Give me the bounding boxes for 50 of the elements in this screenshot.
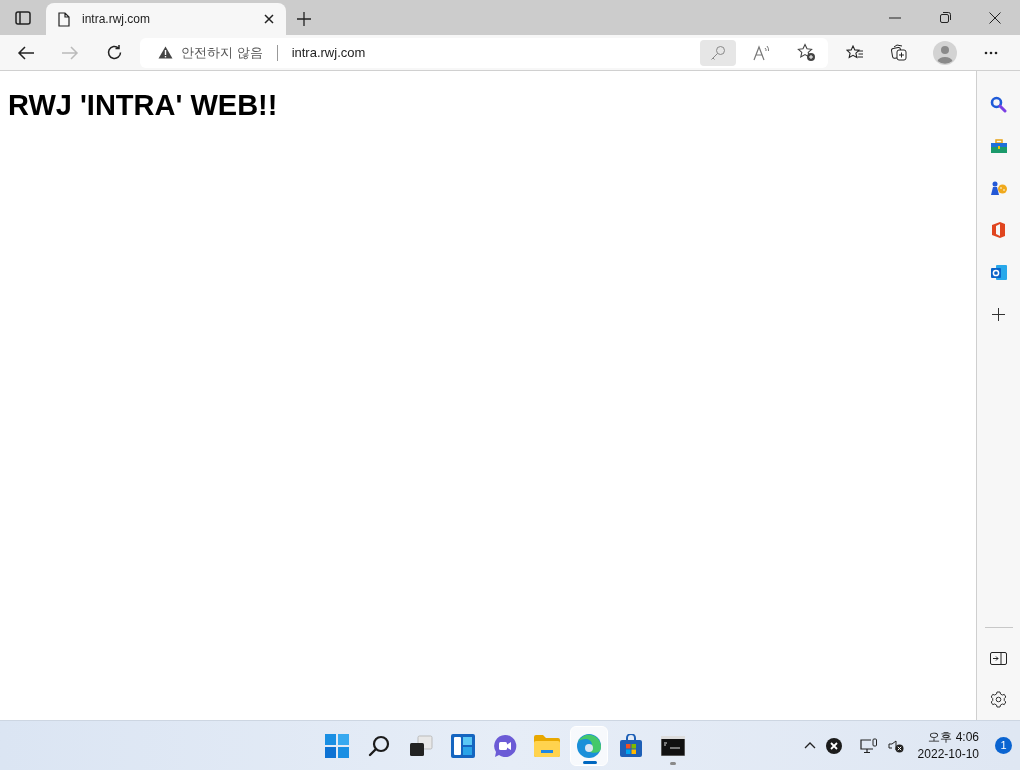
more-options-icon[interactable] <box>984 50 998 55</box>
browser-icon <box>576 732 602 759</box>
notification-count[interactable]: 1 <box>995 737 1012 754</box>
security-warning[interactable]: 안전하지 않음 <box>181 42 263 63</box>
settings-icon[interactable] <box>990 690 1007 708</box>
start-icon <box>325 733 349 758</box>
clock-time[interactable]: 오후 4:06 <box>928 728 979 746</box>
toolbox-icon[interactable] <box>989 138 1008 154</box>
tab-title: intra.rwj.com <box>82 11 151 28</box>
favorites-icon[interactable] <box>846 44 864 61</box>
search-icon[interactable] <box>990 95 1007 113</box>
widgets-icon <box>451 733 475 758</box>
back-arrow-icon[interactable] <box>17 45 35 60</box>
hide-sidebar-icon[interactable] <box>990 651 1007 665</box>
close-icon[interactable] <box>989 11 1001 24</box>
minimize-icon[interactable] <box>889 16 901 19</box>
games-icon[interactable] <box>989 180 1008 196</box>
running-indicator <box>583 760 597 764</box>
url-text: intra.rwj.com <box>291 43 367 62</box>
task-view-icon <box>409 734 433 757</box>
close-icon[interactable] <box>264 14 274 24</box>
office-icon[interactable] <box>991 221 1006 239</box>
forward-arrow-icon <box>61 45 79 60</box>
clock-date[interactable]: 2022-10-10 <box>917 745 979 763</box>
read-aloud-icon[interactable] <box>753 44 771 61</box>
page-heading: RWJ 'INTRA' WEB!! <box>8 88 279 123</box>
tab-actions-icon[interactable] <box>15 10 31 25</box>
add-favorite-icon[interactable] <box>796 43 816 62</box>
browser-tab[interactable]: intra.rwj.com <box>46 3 286 35</box>
new-tab-icon[interactable] <box>296 11 312 27</box>
search-icon <box>368 734 390 757</box>
network-icon[interactable] <box>859 737 878 754</box>
profile-avatar-icon[interactable] <box>933 40 957 65</box>
running-indicator <box>670 761 676 765</box>
warning-icon <box>158 46 173 59</box>
add-icon[interactable] <box>992 307 1005 321</box>
error-icon[interactable] <box>825 737 842 754</box>
terminal-icon <box>661 735 685 756</box>
speaker-muted-icon[interactable] <box>887 738 904 753</box>
chat-icon <box>493 733 517 758</box>
refresh-icon[interactable] <box>105 44 123 61</box>
page-icon <box>58 11 70 27</box>
folder-icon <box>534 734 560 757</box>
address-bar[interactable]: 안전하지 않음 intra.rwj.com <box>140 37 828 68</box>
chevron-up-icon[interactable] <box>803 742 816 749</box>
restore-icon[interactable] <box>939 12 951 23</box>
shopping-bag-icon <box>619 733 643 758</box>
key-icon <box>710 44 726 61</box>
mail-icon[interactable] <box>989 263 1008 281</box>
collections-icon[interactable] <box>890 44 908 61</box>
